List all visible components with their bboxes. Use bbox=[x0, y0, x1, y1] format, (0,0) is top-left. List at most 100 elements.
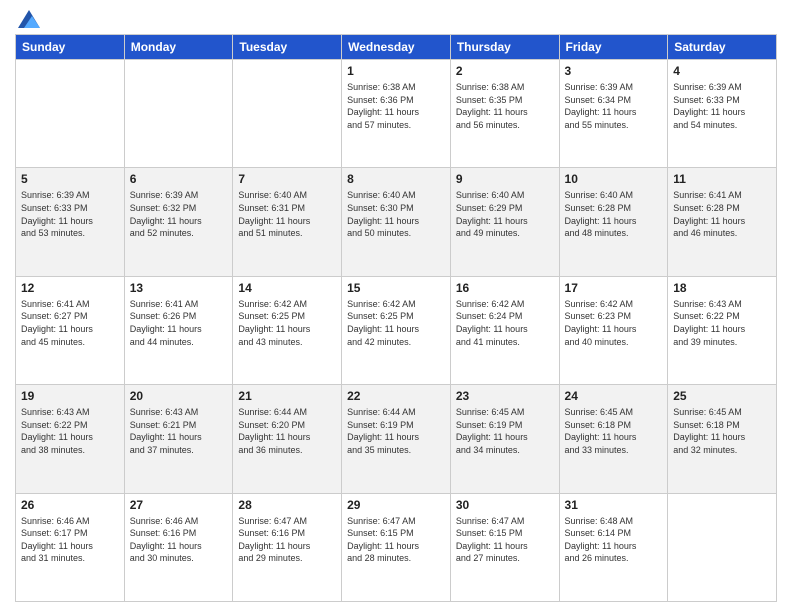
day-number: 3 bbox=[565, 64, 663, 78]
weekday-header-thursday: Thursday bbox=[450, 35, 559, 60]
day-info: Sunrise: 6:45 AM Sunset: 6:19 PM Dayligh… bbox=[456, 406, 554, 456]
day-number: 20 bbox=[130, 389, 228, 403]
weekday-header-saturday: Saturday bbox=[668, 35, 777, 60]
day-info: Sunrise: 6:40 AM Sunset: 6:28 PM Dayligh… bbox=[565, 189, 663, 239]
week-row-4: 19Sunrise: 6:43 AM Sunset: 6:22 PM Dayli… bbox=[16, 385, 777, 493]
day-number: 4 bbox=[673, 64, 771, 78]
day-info: Sunrise: 6:42 AM Sunset: 6:24 PM Dayligh… bbox=[456, 298, 554, 348]
day-cell: 25 Sunrise: 6:45 AM Sunset: 6:18 PM Dayli… bbox=[668, 385, 777, 493]
weekday-header-row: SundayMondayTuesdayWednesdayThursdayFrid… bbox=[16, 35, 777, 60]
day-cell: 24 Sunrise: 6:45 AM Sunset: 6:18 PM Dayli… bbox=[559, 385, 668, 493]
day-number: 30 bbox=[456, 498, 554, 512]
logo bbox=[15, 10, 40, 28]
day-cell bbox=[668, 493, 777, 601]
day-info: Sunrise: 6:39 AM Sunset: 6:33 PM Dayligh… bbox=[21, 189, 119, 239]
day-cell: 17 Sunrise: 6:42 AM Sunset: 6:23 PM Dayli… bbox=[559, 276, 668, 384]
day-number: 10 bbox=[565, 172, 663, 186]
week-row-5: 26 Sunrise: 6:46 AM Sunset: 6:17 PM Dayli… bbox=[16, 493, 777, 601]
logo-icon bbox=[18, 10, 40, 28]
day-cell: 7 Sunrise: 6:40 AM Sunset: 6:31 PM Daylig… bbox=[233, 168, 342, 276]
weekday-header-sunday: Sunday bbox=[16, 35, 125, 60]
day-cell: 1 Sunrise: 6:38 AM Sunset: 6:36 PM Daylig… bbox=[342, 60, 451, 168]
day-cell: 20 Sunrise: 6:43 AM Sunset: 6:21 PM Dayli… bbox=[124, 385, 233, 493]
day-info: Sunrise: 6:39 AM Sunset: 6:34 PM Dayligh… bbox=[565, 81, 663, 131]
day-number: 17 bbox=[565, 281, 663, 295]
day-cell: 18 Sunrise: 6:43 AM Sunset: 6:22 PM Dayli… bbox=[668, 276, 777, 384]
day-number: 12 bbox=[21, 281, 119, 295]
day-cell: 23 Sunrise: 6:45 AM Sunset: 6:19 PM Dayli… bbox=[450, 385, 559, 493]
day-number: 25 bbox=[673, 389, 771, 403]
day-cell: 26 Sunrise: 6:46 AM Sunset: 6:17 PM Dayli… bbox=[16, 493, 125, 601]
day-number: 11 bbox=[673, 172, 771, 186]
week-row-1: 1 Sunrise: 6:38 AM Sunset: 6:36 PM Daylig… bbox=[16, 60, 777, 168]
day-cell: 30 Sunrise: 6:47 AM Sunset: 6:15 PM Dayli… bbox=[450, 493, 559, 601]
day-info: Sunrise: 6:42 AM Sunset: 6:25 PM Dayligh… bbox=[238, 298, 336, 348]
day-info: Sunrise: 6:39 AM Sunset: 6:33 PM Dayligh… bbox=[673, 81, 771, 131]
day-cell: 21Sunrise: 6:44 AM Sunset: 6:20 PM Dayli… bbox=[233, 385, 342, 493]
day-cell: 4 Sunrise: 6:39 AM Sunset: 6:33 PM Daylig… bbox=[668, 60, 777, 168]
day-cell bbox=[16, 60, 125, 168]
day-info: Sunrise: 6:40 AM Sunset: 6:29 PM Dayligh… bbox=[456, 189, 554, 239]
day-number: 13 bbox=[130, 281, 228, 295]
week-row-3: 12 Sunrise: 6:41 AM Sunset: 6:27 PM Dayli… bbox=[16, 276, 777, 384]
day-number: 29 bbox=[347, 498, 445, 512]
day-number: 23 bbox=[456, 389, 554, 403]
day-cell: 16Sunrise: 6:42 AM Sunset: 6:24 PM Dayli… bbox=[450, 276, 559, 384]
day-cell: 2Sunrise: 6:38 AM Sunset: 6:35 PM Daylig… bbox=[450, 60, 559, 168]
day-cell: 13 Sunrise: 6:41 AM Sunset: 6:26 PM Dayli… bbox=[124, 276, 233, 384]
day-cell: 15 Sunrise: 6:42 AM Sunset: 6:25 PM Dayli… bbox=[342, 276, 451, 384]
weekday-header-wednesday: Wednesday bbox=[342, 35, 451, 60]
day-info: Sunrise: 6:39 AM Sunset: 6:32 PM Dayligh… bbox=[130, 189, 228, 239]
day-number: 9 bbox=[456, 172, 554, 186]
day-info: Sunrise: 6:45 AM Sunset: 6:18 PM Dayligh… bbox=[673, 406, 771, 456]
day-number: 15 bbox=[347, 281, 445, 295]
page: SundayMondayTuesdayWednesdayThursdayFrid… bbox=[0, 0, 792, 612]
day-number: 28 bbox=[238, 498, 336, 512]
day-number: 5 bbox=[21, 172, 119, 186]
day-cell: 31 Sunrise: 6:48 AM Sunset: 6:14 PM Dayli… bbox=[559, 493, 668, 601]
day-cell: 22 Sunrise: 6:44 AM Sunset: 6:19 PM Dayli… bbox=[342, 385, 451, 493]
day-number: 31 bbox=[565, 498, 663, 512]
day-number: 7 bbox=[238, 172, 336, 186]
day-info: Sunrise: 6:44 AM Sunset: 6:19 PM Dayligh… bbox=[347, 406, 445, 456]
day-number: 26 bbox=[21, 498, 119, 512]
day-info: Sunrise: 6:43 AM Sunset: 6:21 PM Dayligh… bbox=[130, 406, 228, 456]
day-info: Sunrise: 6:38 AM Sunset: 6:36 PM Dayligh… bbox=[347, 81, 445, 131]
day-info: Sunrise: 6:42 AM Sunset: 6:23 PM Dayligh… bbox=[565, 298, 663, 348]
day-cell: 19Sunrise: 6:43 AM Sunset: 6:22 PM Dayli… bbox=[16, 385, 125, 493]
calendar-table: SundayMondayTuesdayWednesdayThursdayFrid… bbox=[15, 34, 777, 602]
day-info: Sunrise: 6:41 AM Sunset: 6:27 PM Dayligh… bbox=[21, 298, 119, 348]
day-info: Sunrise: 6:40 AM Sunset: 6:30 PM Dayligh… bbox=[347, 189, 445, 239]
day-info: Sunrise: 6:47 AM Sunset: 6:15 PM Dayligh… bbox=[347, 515, 445, 565]
day-number: 24 bbox=[565, 389, 663, 403]
day-cell bbox=[233, 60, 342, 168]
day-cell: 27 Sunrise: 6:46 AM Sunset: 6:16 PM Dayli… bbox=[124, 493, 233, 601]
day-number: 22 bbox=[347, 389, 445, 403]
day-number: 19 bbox=[21, 389, 119, 403]
day-cell: 9 Sunrise: 6:40 AM Sunset: 6:29 PM Daylig… bbox=[450, 168, 559, 276]
day-cell: 14Sunrise: 6:42 AM Sunset: 6:25 PM Dayli… bbox=[233, 276, 342, 384]
day-cell: 29 Sunrise: 6:47 AM Sunset: 6:15 PM Dayli… bbox=[342, 493, 451, 601]
weekday-header-tuesday: Tuesday bbox=[233, 35, 342, 60]
day-number: 2 bbox=[456, 64, 554, 78]
day-info: Sunrise: 6:43 AM Sunset: 6:22 PM Dayligh… bbox=[673, 298, 771, 348]
day-info: Sunrise: 6:45 AM Sunset: 6:18 PM Dayligh… bbox=[565, 406, 663, 456]
day-cell: 5 Sunrise: 6:39 AM Sunset: 6:33 PM Daylig… bbox=[16, 168, 125, 276]
day-info: Sunrise: 6:47 AM Sunset: 6:15 PM Dayligh… bbox=[456, 515, 554, 565]
day-info: Sunrise: 6:46 AM Sunset: 6:17 PM Dayligh… bbox=[21, 515, 119, 565]
day-cell: 8Sunrise: 6:40 AM Sunset: 6:30 PM Daylig… bbox=[342, 168, 451, 276]
day-cell: 3 Sunrise: 6:39 AM Sunset: 6:34 PM Daylig… bbox=[559, 60, 668, 168]
day-number: 6 bbox=[130, 172, 228, 186]
day-cell: 6 Sunrise: 6:39 AM Sunset: 6:32 PM Daylig… bbox=[124, 168, 233, 276]
day-cell: 10 Sunrise: 6:40 AM Sunset: 6:28 PM Dayli… bbox=[559, 168, 668, 276]
day-number: 18 bbox=[673, 281, 771, 295]
day-info: Sunrise: 6:48 AM Sunset: 6:14 PM Dayligh… bbox=[565, 515, 663, 565]
day-number: 21 bbox=[238, 389, 336, 403]
day-info: Sunrise: 6:42 AM Sunset: 6:25 PM Dayligh… bbox=[347, 298, 445, 348]
day-number: 27 bbox=[130, 498, 228, 512]
day-number: 1 bbox=[347, 64, 445, 78]
weekday-header-monday: Monday bbox=[124, 35, 233, 60]
day-info: Sunrise: 6:41 AM Sunset: 6:26 PM Dayligh… bbox=[130, 298, 228, 348]
day-info: Sunrise: 6:46 AM Sunset: 6:16 PM Dayligh… bbox=[130, 515, 228, 565]
day-info: Sunrise: 6:40 AM Sunset: 6:31 PM Dayligh… bbox=[238, 189, 336, 239]
